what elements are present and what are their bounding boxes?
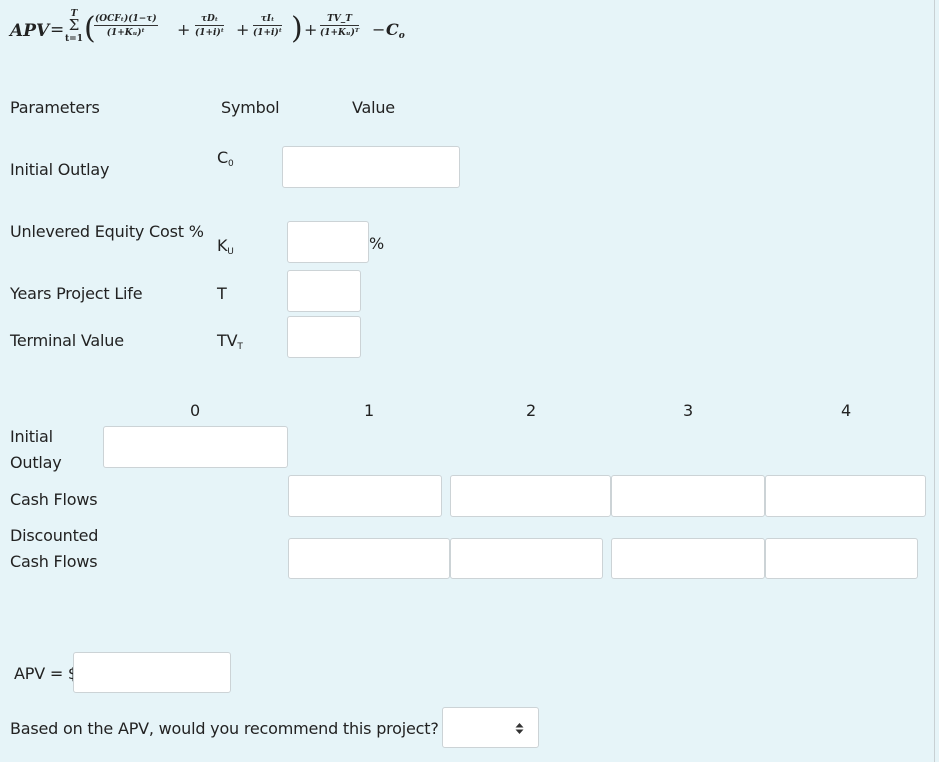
symbol-sub: U <box>227 247 234 257</box>
year-header-1: 1 <box>364 401 374 420</box>
param-label-initial-outlay: Initial Outlay <box>10 160 110 179</box>
param-label-unlevered-equity-cost: Unlevered Equity Cost % <box>10 222 204 241</box>
term-1-num: (OCFₜ)(1−τ) <box>94 14 158 26</box>
header-parameters: Parameters <box>10 98 100 117</box>
param-label-terminal-value: Terminal Value <box>10 331 124 350</box>
term-3-num: τIₜ <box>253 14 283 26</box>
plus-3: + <box>304 20 318 39</box>
term-1: (OCFₜ)(1−τ) (1+Kᵤ)ᵗ <box>94 14 158 38</box>
term-2-num: τDₜ <box>195 14 225 26</box>
term-2: τDₜ (1+i)ᵗ <box>195 14 225 38</box>
symbol-main: C <box>217 148 228 167</box>
term-3-den: (1+i)ᵗ <box>253 28 283 38</box>
cf-cash-flow-year2-input[interactable] <box>450 475 611 517</box>
header-value: Value <box>352 98 395 117</box>
year-header-3: 3 <box>683 401 693 420</box>
term-1-den: (1+Kᵤ)ᵗ <box>106 28 145 38</box>
param-symbol-c0: C0 <box>217 148 234 169</box>
symbol-sub: T <box>237 342 243 352</box>
cf-initial-outlay-year0-input[interactable] <box>103 426 288 468</box>
cf-discounted-year1-input[interactable] <box>288 538 450 579</box>
formula-last-symbol: C <box>386 20 399 39</box>
symbol-main: K <box>217 236 228 255</box>
formula-lhs: APV <box>10 21 50 41</box>
year-header-4: 4 <box>841 401 851 420</box>
term-4-den: (1+Kᵤ)ᵀ <box>320 28 360 38</box>
updown-arrows-icon <box>515 723 524 734</box>
cf-label-initial-line2: Outlay <box>10 453 62 472</box>
param-label-years-project-life: Years Project Life <box>10 284 143 303</box>
plus-2: + <box>236 20 250 39</box>
cf-discounted-year2-input[interactable] <box>450 538 603 579</box>
page-right-border <box>934 0 935 762</box>
term-4: TV_T (1+Kᵤ)ᵀ <box>320 14 360 38</box>
years-project-life-input[interactable] <box>287 270 361 312</box>
formula-last: Co <box>386 20 405 41</box>
header-symbol: Symbol <box>221 98 280 117</box>
year-header-2: 2 <box>526 401 536 420</box>
formula-last-sub: o <box>398 31 405 41</box>
term-4-num: TV_T <box>320 14 360 26</box>
close-paren: ) <box>291 11 303 46</box>
cf-discounted-year4-input[interactable] <box>765 538 918 579</box>
apv-label: APV = $ <box>14 664 78 683</box>
recommend-question: Based on the APV, would you recommend th… <box>10 719 439 738</box>
cf-label-discounted-line2: Cash Flows <box>10 552 98 571</box>
cf-cash-flow-year3-input[interactable] <box>611 475 765 517</box>
symbol-sub: 0 <box>227 159 234 169</box>
apv-input[interactable] <box>73 652 231 693</box>
formula-equals: = <box>50 20 65 40</box>
cf-cash-flow-year1-input[interactable] <box>288 475 442 517</box>
minus: − <box>372 20 386 39</box>
term-3: τIₜ (1+i)ᵗ <box>253 14 283 38</box>
unlevered-equity-cost-input[interactable] <box>287 221 369 263</box>
cf-label-initial-line1: Initial <box>10 427 53 446</box>
cf-discounted-year3-input[interactable] <box>611 538 765 579</box>
percent-suffix: % <box>369 234 385 253</box>
param-symbol-tvt: TVT <box>217 331 243 352</box>
symbol-main: TV <box>217 331 238 350</box>
sum-lower: t=1 <box>65 34 83 44</box>
cf-label-cash-flows: Cash Flows <box>10 490 98 509</box>
terminal-value-input[interactable] <box>287 316 361 358</box>
cf-cash-flow-year4-input[interactable] <box>765 475 926 517</box>
recommend-select[interactable] <box>442 707 539 748</box>
cf-label-discounted-line1: Discounted <box>10 526 99 545</box>
year-header-0: 0 <box>190 401 200 420</box>
param-symbol-ku: KU <box>217 236 234 257</box>
sum-symbol: Σ <box>68 16 80 34</box>
initial-outlay-input[interactable] <box>282 146 460 188</box>
param-symbol-t: T <box>217 284 227 303</box>
term-2-den: (1+i)ᵗ <box>195 28 225 38</box>
plus-1: + <box>177 20 191 39</box>
